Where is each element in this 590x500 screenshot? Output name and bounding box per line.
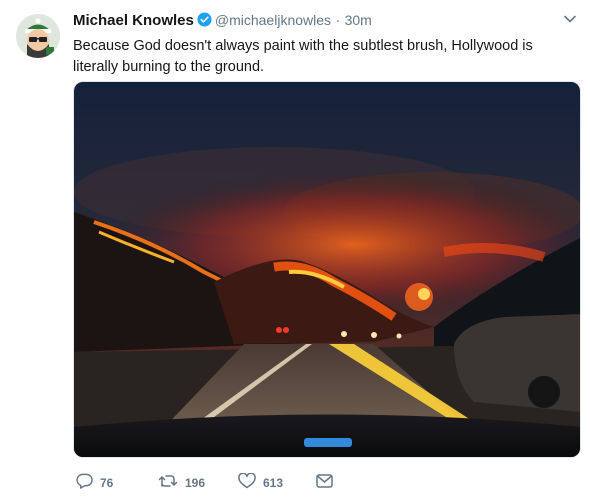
avatar[interactable] xyxy=(16,14,60,58)
tweet-header: Michael Knowles @michaeljknowles · 30m xyxy=(73,12,573,32)
reply-button[interactable]: 76 xyxy=(76,473,114,494)
tweet-text: Because God doesn't always paint with th… xyxy=(73,38,533,75)
like-count: 613 xyxy=(263,476,284,490)
retweet-icon xyxy=(158,473,178,494)
envelope-icon xyxy=(316,473,333,493)
tweet-card[interactable]: Michael Knowles @michaeljknowles · 30m Be… xyxy=(0,0,590,500)
timestamp[interactable]: 30m xyxy=(345,12,372,28)
retweet-count: 196 xyxy=(185,476,206,490)
retweet-button[interactable]: 196 xyxy=(158,474,205,492)
author-name[interactable]: Michael Knowles xyxy=(73,12,194,29)
reply-icon xyxy=(76,473,93,494)
verified-badge-icon xyxy=(197,12,212,32)
tweet-photo[interactable] xyxy=(73,81,581,458)
reply-count: 76 xyxy=(100,476,114,490)
separator-dot: · xyxy=(335,12,341,28)
chevron-down-icon[interactable] xyxy=(563,12,577,26)
like-button[interactable]: 613 xyxy=(238,472,284,494)
direct-message-button[interactable] xyxy=(316,473,333,493)
tweet-actions: 76 196 613 xyxy=(76,472,376,494)
heart-icon xyxy=(238,472,256,494)
author-handle[interactable]: @michaeljknowles xyxy=(215,12,331,28)
